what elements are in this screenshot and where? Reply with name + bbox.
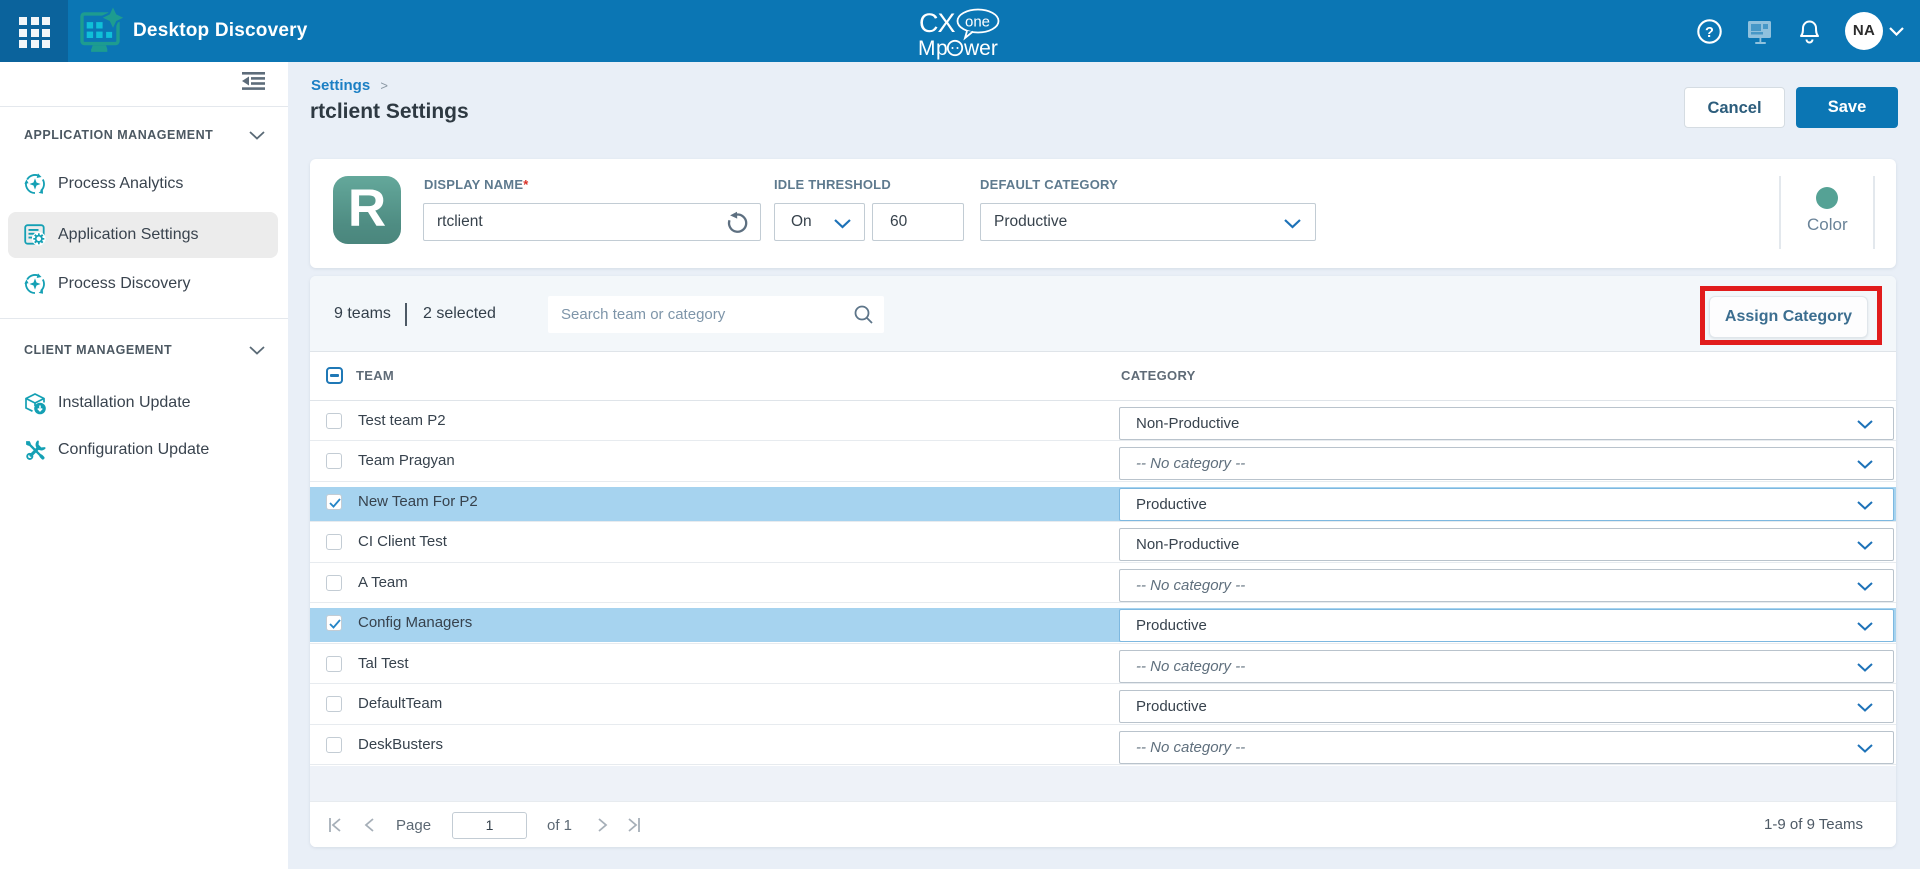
svg-text:?: ? bbox=[1705, 25, 1714, 41]
svg-text:wer: wer bbox=[963, 37, 998, 60]
svg-text:one: one bbox=[965, 14, 990, 31]
svg-text:M: M bbox=[918, 37, 936, 60]
svg-text:CX: CX bbox=[919, 8, 955, 38]
svg-text:p: p bbox=[936, 37, 948, 60]
